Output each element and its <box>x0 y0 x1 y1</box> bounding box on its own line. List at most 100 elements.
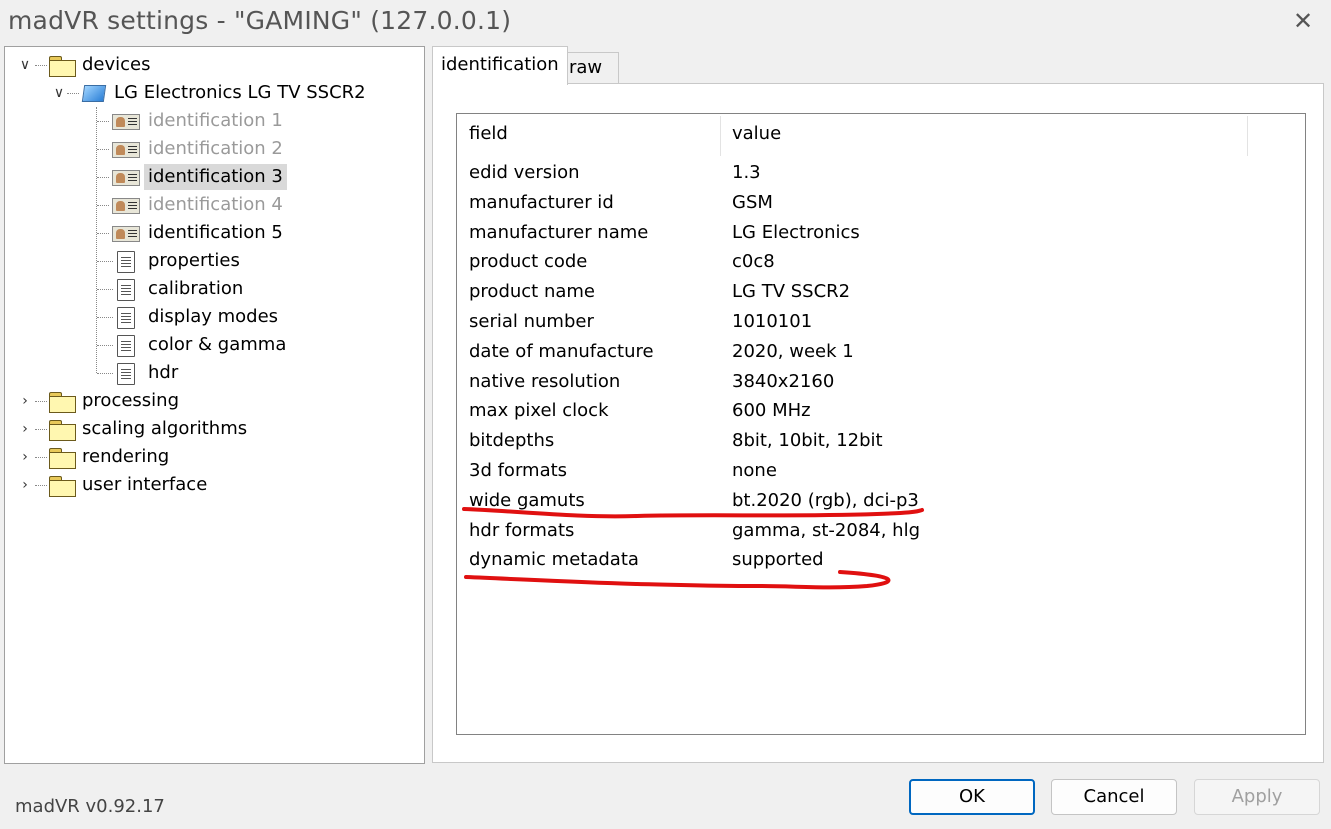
tree-node-rendering[interactable]: › rendering <box>5 444 405 470</box>
field-cell: date of manufacture <box>469 340 654 362</box>
value-cell: LG Electronics <box>732 221 860 243</box>
document-icon <box>117 363 135 385</box>
tree-node-calibration[interactable]: calibration <box>5 276 405 302</box>
edid-list[interactable]: field value edid version 1.3 manufacturer … <box>456 113 1306 735</box>
chevron-right-icon[interactable]: › <box>17 388 33 414</box>
title-bar: madVR settings - "GAMING" (127.0.0.1) ✕ <box>0 0 1331 46</box>
value-cell: none <box>732 460 777 481</box>
apply-button[interactable]: Apply <box>1194 779 1320 815</box>
field-cell: native resolution <box>469 370 621 392</box>
tree-node-label: identification 1 <box>148 110 283 131</box>
list-item[interactable]: hdr formats gamma, st-2084, hlg <box>457 516 1305 545</box>
list-item[interactable]: manufacturer id GSM <box>457 188 1305 217</box>
tree-node-identification-2[interactable]: identification 2 <box>5 136 405 162</box>
tab-raw-edid-data[interactable]: raw edid data <box>560 52 619 138</box>
document-icon <box>117 307 135 329</box>
tree-node-label: identification 4 <box>148 194 283 215</box>
value-cell: GSM <box>732 191 773 213</box>
document-icon <box>117 279 135 301</box>
value-cell: 1.3 <box>732 162 761 183</box>
value-cell: 1010101 <box>732 311 813 332</box>
value-cell: 8bit, 10bit, 12bit <box>732 430 883 452</box>
value-cell: supported <box>732 549 824 571</box>
tree-node-identification-5[interactable]: identification 5 <box>5 220 405 246</box>
tree-node-label: identification 3 <box>144 164 287 190</box>
tree-node-user-interface[interactable]: › user interface <box>5 472 405 498</box>
folder-icon <box>49 56 76 77</box>
tree-node-label: LG Electronics LG TV SSCR2 <box>114 82 366 103</box>
list-item[interactable]: date of manufacture 2020, week 1 <box>457 337 1305 366</box>
column-header-field[interactable]: field <box>457 114 719 158</box>
id-card-icon <box>112 170 140 186</box>
field-cell: edid version <box>469 162 580 183</box>
tree-node-device[interactable]: ∨ LG Electronics LG TV SSCR2 <box>5 80 405 106</box>
value-cell: c0c8 <box>732 251 775 273</box>
tree-node-hdr[interactable]: hdr <box>5 360 405 386</box>
tree-node-identification-4[interactable]: identification 4 <box>5 192 405 218</box>
tree-node-label: user interface <box>82 474 208 495</box>
chevron-down-icon[interactable]: ∨ <box>51 80 67 106</box>
chevron-down-icon[interactable]: ∨ <box>17 52 33 78</box>
value-cell: bt.2020 (rgb), dci-p3 <box>732 489 919 511</box>
field-cell: dynamic metadata <box>469 549 639 571</box>
document-icon <box>117 251 135 273</box>
tree-node-label: processing <box>82 390 180 411</box>
value-cell: 2020, week 1 <box>732 340 854 362</box>
folder-icon <box>49 392 76 413</box>
tree-node-label: properties <box>148 250 240 271</box>
tree-node-display-modes[interactable]: display modes <box>5 304 405 330</box>
field-cell: product name <box>469 281 595 303</box>
value-cell: 3840x2160 <box>732 370 835 392</box>
tree-node-label: identification 5 <box>148 222 283 243</box>
value-cell: 600 MHz <box>732 400 811 422</box>
field-cell: bitdepths <box>469 430 555 452</box>
list-item[interactable]: bitdepths 8bit, 10bit, 12bit <box>457 426 1305 455</box>
tree-node-label: identification 2 <box>148 138 283 159</box>
chevron-right-icon[interactable]: › <box>17 472 33 498</box>
folder-icon <box>49 476 76 497</box>
list-item[interactable]: max pixel clock 600 MHz <box>457 396 1305 425</box>
list-item[interactable]: product code c0c8 <box>457 247 1305 276</box>
id-card-icon <box>112 114 140 130</box>
tree-node-label: rendering <box>82 446 170 467</box>
list-item[interactable]: product name LG TV SSCR2 <box>457 277 1305 306</box>
value-cell: LG TV SSCR2 <box>732 281 851 303</box>
tree-node-scaling-algorithms[interactable]: › scaling algorithms <box>5 416 405 442</box>
folder-icon <box>49 420 76 441</box>
list-item[interactable]: wide gamuts bt.2020 (rgb), dci-p3 <box>457 486 1305 515</box>
tree-node-devices[interactable]: ∨ devices <box>5 52 405 78</box>
tree-node-identification-3[interactable]: identification 3 <box>5 164 405 190</box>
monitor-icon <box>81 84 105 104</box>
window-title: madVR settings - "GAMING" (127.0.0.1) <box>8 6 512 35</box>
list-item[interactable]: native resolution 3840x2160 <box>457 367 1305 396</box>
tree-node-color-gamma[interactable]: color & gamma <box>5 332 405 358</box>
document-icon <box>117 335 135 357</box>
settings-tree[interactable]: ∨ devices ∨ LG Electronics LG TV SSCR2 i… <box>4 46 425 764</box>
list-item[interactable]: serial number 1010101 <box>457 307 1305 336</box>
id-card-icon <box>112 142 140 158</box>
tree-node-processing[interactable]: › processing <box>5 388 405 414</box>
tree-node-label: color & gamma <box>148 334 287 355</box>
field-cell: wide gamuts <box>469 489 585 511</box>
tree-node-identification-1[interactable]: identification 1 <box>5 108 405 134</box>
field-cell: product code <box>469 251 588 273</box>
close-button[interactable]: ✕ <box>1285 4 1321 40</box>
ok-button[interactable]: OK <box>909 779 1035 815</box>
column-divider[interactable] <box>1247 116 1248 156</box>
folder-icon <box>49 448 76 469</box>
tree-node-properties[interactable]: properties <box>5 248 405 274</box>
tab-identification[interactable]: identification <box>432 46 568 85</box>
chevron-right-icon[interactable]: › <box>17 444 33 470</box>
tree-node-label: scaling algorithms <box>82 418 248 439</box>
cancel-button[interactable]: Cancel <box>1051 779 1177 815</box>
column-header-value[interactable]: value <box>720 114 1247 158</box>
field-cell: max pixel clock <box>469 400 609 422</box>
chevron-right-icon[interactable]: › <box>17 416 33 442</box>
tab-panel: field value edid version 1.3 manufacturer … <box>432 83 1324 763</box>
list-item[interactable]: 3d formats none <box>457 456 1305 485</box>
version-label: madVR v0.92.17 <box>15 796 165 817</box>
list-item[interactable]: edid version 1.3 <box>457 158 1305 187</box>
list-item[interactable]: manufacturer name LG Electronics <box>457 218 1305 247</box>
list-item[interactable]: dynamic metadata supported <box>457 545 1305 574</box>
field-cell: 3d formats <box>469 460 568 481</box>
